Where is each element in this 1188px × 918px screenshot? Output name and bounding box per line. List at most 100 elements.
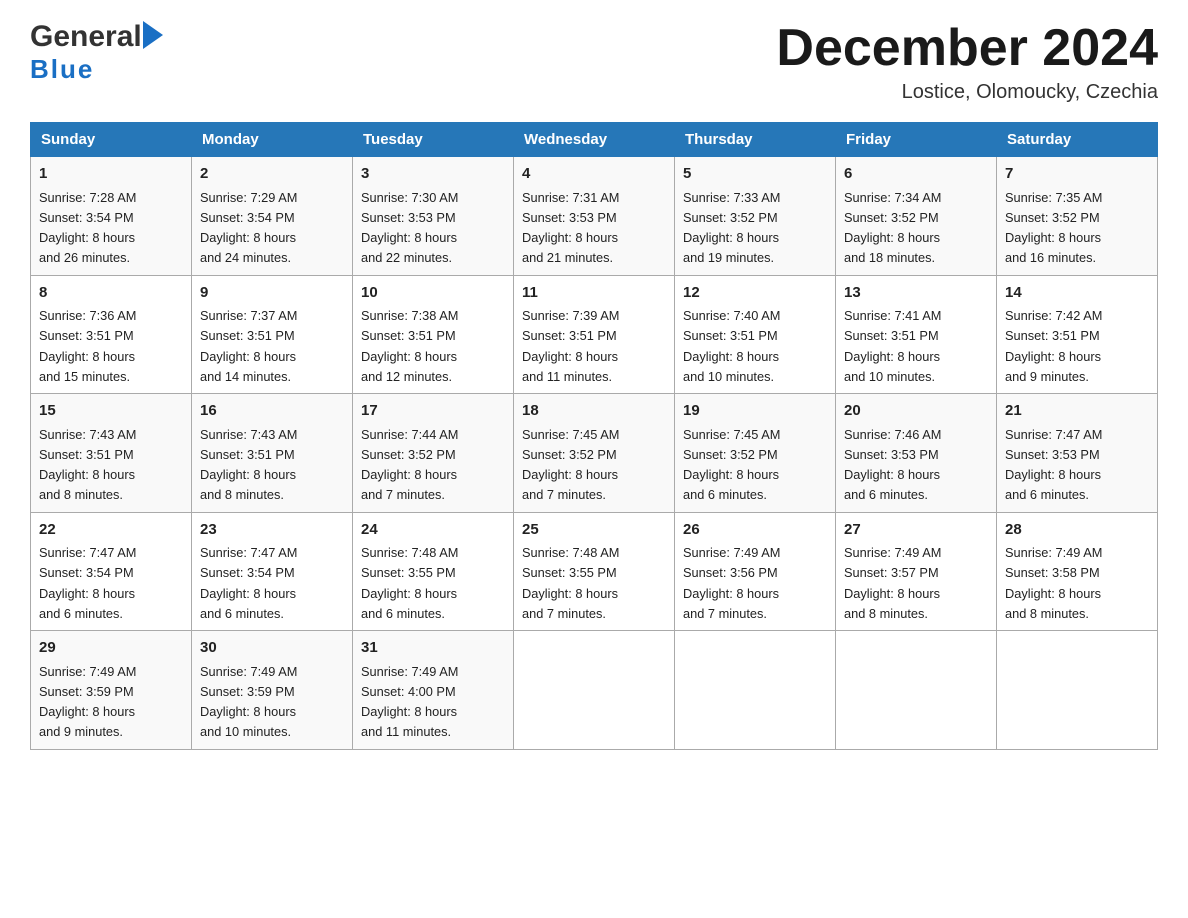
calendar-cell: [997, 631, 1158, 750]
day-number: 18: [522, 400, 666, 423]
day-info: Sunrise: 7:48 AMSunset: 3:55 PMDaylight:…: [361, 545, 458, 621]
col-saturday: Saturday: [997, 123, 1158, 157]
calendar-cell: 7Sunrise: 7:35 AMSunset: 3:52 PMDaylight…: [997, 157, 1158, 276]
day-info: Sunrise: 7:38 AMSunset: 3:51 PMDaylight:…: [361, 308, 458, 384]
day-number: 30: [200, 637, 344, 660]
col-wednesday: Wednesday: [514, 123, 675, 157]
calendar-cell: 20Sunrise: 7:46 AMSunset: 3:53 PMDayligh…: [836, 394, 997, 513]
col-tuesday: Tuesday: [353, 123, 514, 157]
calendar-body: 1 Sunrise: 7:28 AMSunset: 3:54 PMDaylight…: [31, 157, 1158, 750]
day-number: 24: [361, 519, 505, 542]
calendar-cell: 26 Sunrise: 7:49 AMSunset: 3:56 PMDayligh…: [675, 512, 836, 631]
day-info: Sunrise: 7:49 AMSunset: 3:57 PMDaylight:…: [844, 545, 941, 621]
calendar-week-row: 22 Sunrise: 7:47 AMSunset: 3:54 PMDayligh…: [31, 512, 1158, 631]
col-monday: Monday: [192, 123, 353, 157]
day-info: Sunrise: 7:49 AMSunset: 4:00 PMDaylight:…: [361, 664, 458, 740]
day-info: Sunrise: 7:48 AMSunset: 3:55 PMDaylight:…: [522, 545, 619, 621]
day-number: 10: [361, 282, 505, 305]
calendar-cell: 19 Sunrise: 7:45 AMSunset: 3:52 PMDayligh…: [675, 394, 836, 513]
col-sunday: Sunday: [31, 123, 192, 157]
day-number: 13: [844, 282, 988, 305]
day-info: Sunrise: 7:43 AMSunset: 3:51 PMDaylight:…: [39, 427, 136, 503]
day-number: 1: [39, 163, 183, 186]
calendar-cell: 11Sunrise: 7:39 AMSunset: 3:51 PMDayligh…: [514, 275, 675, 394]
calendar-cell: 8 Sunrise: 7:36 AMSunset: 3:51 PMDaylight…: [31, 275, 192, 394]
logo-general-text: General: [30, 20, 142, 54]
day-info: Sunrise: 7:41 AMSunset: 3:51 PMDaylight:…: [844, 308, 941, 384]
day-info: Sunrise: 7:31 AMSunset: 3:53 PMDaylight:…: [522, 190, 619, 266]
day-number: 26: [683, 519, 827, 542]
calendar-cell: 22 Sunrise: 7:47 AMSunset: 3:54 PMDayligh…: [31, 512, 192, 631]
day-info: Sunrise: 7:47 AMSunset: 3:54 PMDaylight:…: [200, 545, 297, 621]
calendar-cell: 13 Sunrise: 7:41 AMSunset: 3:51 PMDayligh…: [836, 275, 997, 394]
calendar-cell: 24 Sunrise: 7:48 AMSunset: 3:55 PMDayligh…: [353, 512, 514, 631]
day-info: Sunrise: 7:46 AMSunset: 3:53 PMDaylight:…: [844, 427, 941, 503]
day-info: Sunrise: 7:34 AMSunset: 3:52 PMDaylight:…: [844, 190, 941, 266]
logo-blue-text: Blue: [30, 54, 94, 85]
header-row: Sunday Monday Tuesday Wednesday Thursday…: [31, 123, 1158, 157]
calendar-cell: 9 Sunrise: 7:37 AMSunset: 3:51 PMDaylight…: [192, 275, 353, 394]
day-info: Sunrise: 7:49 AMSunset: 3:56 PMDaylight:…: [683, 545, 780, 621]
calendar-cell: 15 Sunrise: 7:43 AMSunset: 3:51 PMDayligh…: [31, 394, 192, 513]
day-number: 31: [361, 637, 505, 660]
day-number: 23: [200, 519, 344, 542]
day-number: 19: [683, 400, 827, 423]
day-info: Sunrise: 7:29 AMSunset: 3:54 PMDaylight:…: [200, 190, 297, 266]
day-number: 17: [361, 400, 505, 423]
logo: General Blue: [30, 20, 163, 85]
col-friday: Friday: [836, 123, 997, 157]
calendar-week-row: 15 Sunrise: 7:43 AMSunset: 3:51 PMDayligh…: [31, 394, 1158, 513]
day-number: 4: [522, 163, 666, 186]
day-number: 28: [1005, 519, 1149, 542]
day-number: 7: [1005, 163, 1149, 186]
day-number: 14: [1005, 282, 1149, 305]
page-header: General Blue December 2024 Lostice, Olom…: [30, 20, 1158, 104]
calendar-cell: 30Sunrise: 7:49 AMSunset: 3:59 PMDayligh…: [192, 631, 353, 750]
day-number: 15: [39, 400, 183, 423]
day-info: Sunrise: 7:28 AMSunset: 3:54 PMDaylight:…: [39, 190, 136, 266]
calendar-cell: 27 Sunrise: 7:49 AMSunset: 3:57 PMDayligh…: [836, 512, 997, 631]
calendar-cell: 31 Sunrise: 7:49 AMSunset: 4:00 PMDayligh…: [353, 631, 514, 750]
day-info: Sunrise: 7:30 AMSunset: 3:53 PMDaylight:…: [361, 190, 458, 266]
calendar-cell: 10 Sunrise: 7:38 AMSunset: 3:51 PMDayligh…: [353, 275, 514, 394]
calendar-cell: 28 Sunrise: 7:49 AMSunset: 3:58 PMDayligh…: [997, 512, 1158, 631]
day-number: 8: [39, 282, 183, 305]
calendar-cell: 29 Sunrise: 7:49 AMSunset: 3:59 PMDayligh…: [31, 631, 192, 750]
calendar-cell: 16 Sunrise: 7:43 AMSunset: 3:51 PMDayligh…: [192, 394, 353, 513]
calendar-cell: 25Sunrise: 7:48 AMSunset: 3:55 PMDayligh…: [514, 512, 675, 631]
day-info: Sunrise: 7:37 AMSunset: 3:51 PMDaylight:…: [200, 308, 297, 384]
day-info: Sunrise: 7:45 AMSunset: 3:52 PMDaylight:…: [522, 427, 619, 503]
day-number: 3: [361, 163, 505, 186]
day-info: Sunrise: 7:36 AMSunset: 3:51 PMDaylight:…: [39, 308, 136, 384]
calendar-cell: 14Sunrise: 7:42 AMSunset: 3:51 PMDayligh…: [997, 275, 1158, 394]
day-number: 2: [200, 163, 344, 186]
day-info: Sunrise: 7:44 AMSunset: 3:52 PMDaylight:…: [361, 427, 458, 503]
month-title: December 2024: [776, 20, 1158, 77]
day-info: Sunrise: 7:49 AMSunset: 3:59 PMDaylight:…: [39, 664, 136, 740]
day-number: 29: [39, 637, 183, 660]
calendar-cell: [836, 631, 997, 750]
day-info: Sunrise: 7:43 AMSunset: 3:51 PMDaylight:…: [200, 427, 297, 503]
day-number: 22: [39, 519, 183, 542]
day-info: Sunrise: 7:49 AMSunset: 3:58 PMDaylight:…: [1005, 545, 1102, 621]
calendar-cell: 5Sunrise: 7:33 AMSunset: 3:52 PMDaylight…: [675, 157, 836, 276]
calendar-week-row: 8 Sunrise: 7:36 AMSunset: 3:51 PMDaylight…: [31, 275, 1158, 394]
day-number: 27: [844, 519, 988, 542]
calendar-cell: 21Sunrise: 7:47 AMSunset: 3:53 PMDayligh…: [997, 394, 1158, 513]
day-number: 9: [200, 282, 344, 305]
title-area: December 2024 Lostice, Olomoucky, Czechi…: [776, 20, 1158, 104]
calendar-cell: 17 Sunrise: 7:44 AMSunset: 3:52 PMDayligh…: [353, 394, 514, 513]
day-info: Sunrise: 7:33 AMSunset: 3:52 PMDaylight:…: [683, 190, 780, 266]
calendar-week-row: 29 Sunrise: 7:49 AMSunset: 3:59 PMDayligh…: [31, 631, 1158, 750]
day-info: Sunrise: 7:47 AMSunset: 3:54 PMDaylight:…: [39, 545, 136, 621]
logo-arrow-icon: [143, 21, 163, 54]
day-info: Sunrise: 7:45 AMSunset: 3:52 PMDaylight:…: [683, 427, 780, 503]
calendar-cell: 1 Sunrise: 7:28 AMSunset: 3:54 PMDaylight…: [31, 157, 192, 276]
day-number: 16: [200, 400, 344, 423]
day-number: 12: [683, 282, 827, 305]
calendar-cell: [675, 631, 836, 750]
calendar-cell: 23 Sunrise: 7:47 AMSunset: 3:54 PMDayligh…: [192, 512, 353, 631]
calendar-header: Sunday Monday Tuesday Wednesday Thursday…: [31, 123, 1158, 157]
location-text: Lostice, Olomoucky, Czechia: [776, 81, 1158, 104]
calendar-cell: 6Sunrise: 7:34 AMSunset: 3:52 PMDaylight…: [836, 157, 997, 276]
